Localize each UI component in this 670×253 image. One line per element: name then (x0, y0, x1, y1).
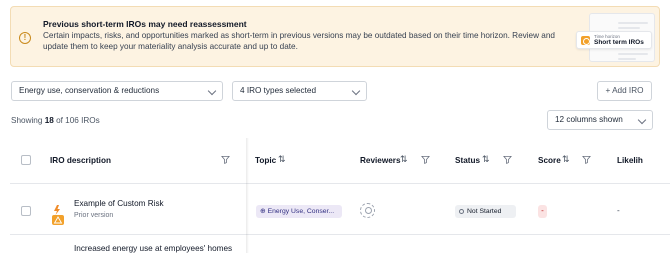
likelihood-value: - (617, 206, 620, 215)
column-reviewers[interactable]: Reviewers (360, 156, 401, 165)
unassigned-reviewer-icon[interactable] (360, 203, 375, 218)
banner-title: Previous short-term IROs may need reasse… (43, 19, 247, 29)
column-likelihood[interactable]: Likelih (617, 156, 643, 165)
risk-icon (52, 205, 64, 225)
row-title[interactable]: Example of Custom Risk (74, 199, 164, 208)
row-subtitle: Prior version (74, 212, 114, 219)
sort-icon[interactable]: ⇅ (400, 154, 408, 165)
column-status[interactable]: Status (455, 156, 480, 165)
column-score[interactable]: Score (538, 156, 561, 165)
filter-icon[interactable] (503, 155, 512, 164)
column-topic[interactable]: Topic (255, 156, 276, 165)
sort-icon[interactable]: ⇅ (278, 154, 286, 165)
summary-prefix: Showing (11, 116, 45, 125)
short-term-badge: Time horizon Short term IROs (576, 31, 652, 49)
sort-icon[interactable]: ⇅ (482, 154, 490, 165)
row-title[interactable]: Increased energy use at employees' homes (74, 244, 232, 253)
sticky-column-shadow (246, 138, 249, 253)
select-all-checkbox[interactable] (21, 155, 31, 165)
chevron-down-icon (351, 86, 361, 96)
status-chip[interactable]: Not Started (455, 205, 516, 218)
row-checkbox[interactable] (21, 206, 31, 216)
columns-value: 12 columns shown (555, 115, 623, 124)
topic-chip: ⊕ Energy Use, Conser... (256, 205, 342, 218)
filter-icon[interactable] (582, 155, 591, 164)
filter-icon[interactable] (221, 155, 230, 164)
chevron-down-icon (637, 115, 647, 125)
chevron-down-icon (207, 86, 217, 96)
results-summary: Showing 18 of 106 IROs (11, 116, 100, 125)
warning-icon: ! (19, 32, 31, 44)
summary-suffix: of 106 IROs (53, 116, 100, 125)
filter-icon[interactable] (421, 155, 430, 164)
topic-chip-label: Energy Use, Conser... (267, 208, 335, 215)
sort-icon[interactable]: ⇅ (562, 154, 570, 165)
reassessment-banner: ! Previous short-term IROs may need reas… (10, 6, 660, 67)
iro-type-filter-value: 4 IRO types selected (240, 86, 316, 95)
score-badge: - (538, 205, 547, 218)
column-iro-description[interactable]: IRO description (50, 156, 111, 165)
table-row[interactable]: Example of Custom Risk Prior version ⊕ E… (10, 185, 670, 235)
status-icon (459, 208, 464, 214)
summary-count: 18 (44, 116, 54, 125)
topic-filter-select[interactable]: Energy use, conservation & reductions (11, 81, 223, 101)
iro-type-filter-select[interactable]: 4 IRO types selected (232, 81, 367, 101)
topic-filter-value: Energy use, conservation & reductions (19, 86, 160, 95)
add-iro-button[interactable]: + Add IRO (597, 81, 652, 101)
badge-label: Short term IROs (594, 39, 644, 46)
banner-body: Certain impacts, risks, and opportunitie… (43, 31, 555, 51)
status-chip-label: Not Started (467, 208, 502, 215)
time-horizon-illustration: Time horizon Short term IROs (576, 13, 655, 62)
iro-page: ! Previous short-term IROs may need reas… (0, 0, 670, 253)
topic-icon: ⊕ (260, 208, 268, 215)
columns-select[interactable]: 12 columns shown (547, 110, 653, 130)
clock-icon (581, 36, 590, 45)
table-header: IRO description Topic ⇅ Reviewers ⇅ Stat… (10, 138, 670, 184)
